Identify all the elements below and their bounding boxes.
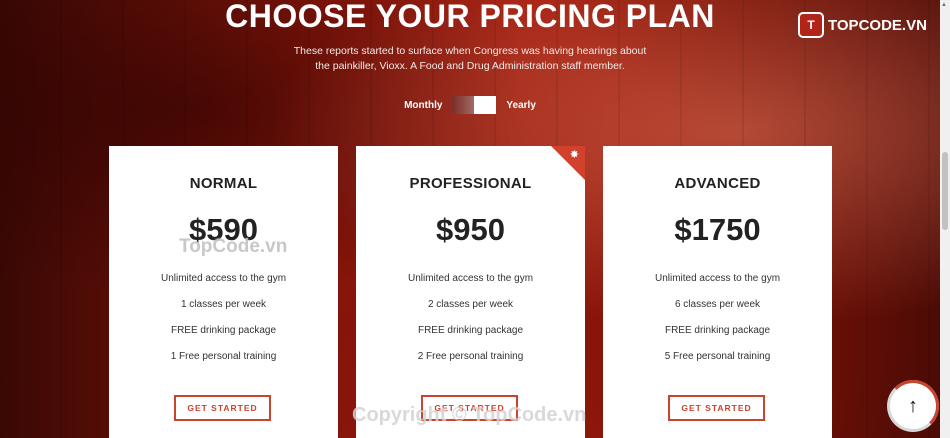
feature-item: FREE drinking package [664,325,771,336]
feature-item: Unlimited access to the gym [160,273,287,284]
plan-name: ADVANCED [674,175,761,192]
feature-item: Unlimited access to the gym [654,273,781,284]
pricing-subtitle: These reports started to surface when Co… [293,45,647,72]
pricing-card-professional: ✸ PROFESSIONAL $950 Unlimited access to … [356,146,585,438]
pricing-title: CHOOSE YOUR PRICING PLAN [225,0,715,34]
arrow-up-icon: ↑ [908,394,918,417]
plan-price: $950 [436,212,505,247]
feature-list: Unlimited access to the gym 6 classes pe… [603,266,832,370]
scrollbar-thumb[interactable] [942,152,948,230]
monthly-label[interactable]: Monthly [404,100,442,111]
get-started-button[interactable]: GET STARTED [174,395,271,421]
back-to-top-button[interactable]: ↑ [887,380,939,432]
yearly-label[interactable]: Yearly [506,100,535,111]
billing-toggle: Monthly Yearly [0,95,940,115]
feature-list: Unlimited access to the gym 2 classes pe… [356,266,585,370]
feature-item: 1 classes per week [180,299,267,310]
feature-list: Unlimited access to the gym 1 classes pe… [109,266,338,370]
page-scrollbar[interactable]: ▲ [940,0,950,438]
get-started-button[interactable]: GET STARTED [668,395,765,421]
watermark-center: TopCode.vn [179,236,288,257]
plan-price: $1750 [674,212,761,247]
feature-item: 2 Free personal training [417,351,524,362]
pricing-card-normal: NORMAL $590 Unlimited access to the gym … [109,146,338,438]
scroll-up-icon[interactable]: ▲ [941,2,947,8]
feature-item: 2 classes per week [427,299,514,310]
pricing-card-advanced: ADVANCED $1750 Unlimited access to the g… [603,146,832,438]
feature-item: FREE drinking package [170,325,277,336]
star-icon: ✸ [569,149,579,161]
featured-ribbon [551,146,585,180]
watermark-footer: Copyright © TopCode.vn [352,404,587,426]
feature-item: 5 Free personal training [664,351,771,362]
plan-name: NORMAL [189,175,258,192]
feature-item: Unlimited access to the gym [407,273,534,284]
billing-switch[interactable] [452,96,497,114]
switch-knob[interactable] [474,96,497,114]
feature-item: 6 classes per week [674,299,761,310]
feature-item: 1 Free personal training [170,351,277,362]
feature-item: FREE drinking package [417,325,524,336]
